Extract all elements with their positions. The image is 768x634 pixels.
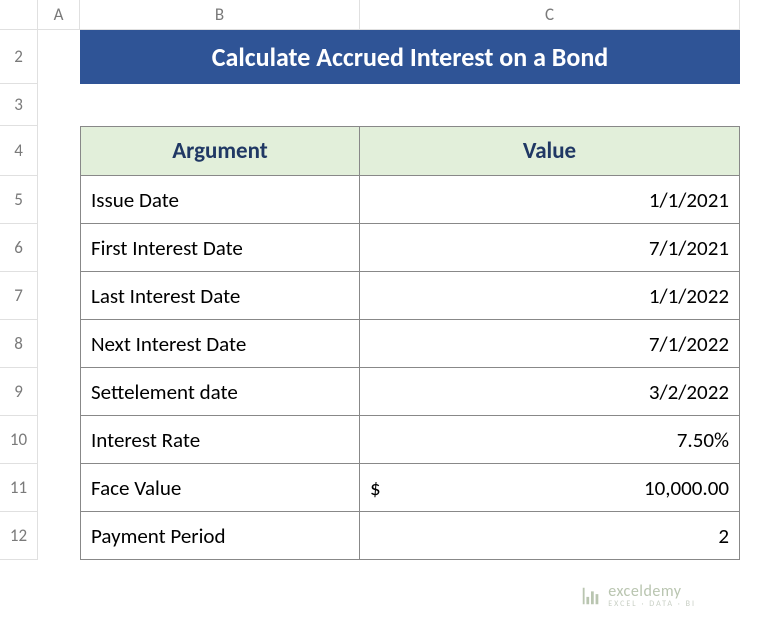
cell-a8[interactable]	[38, 320, 80, 368]
table-row[interactable]: Interest Rate	[80, 416, 360, 464]
row-header-2[interactable]: 2	[0, 30, 38, 84]
cell-a9[interactable]	[38, 368, 80, 416]
cell-a11[interactable]	[38, 464, 80, 512]
table-row[interactable]: 1/1/2022	[360, 272, 740, 320]
cell-a4[interactable]	[38, 126, 80, 176]
currency-symbol: $	[370, 475, 381, 501]
spreadsheet-grid: A B C 2 Calculate Accrued Interest on a …	[0, 0, 768, 560]
cell-a5[interactable]	[38, 176, 80, 224]
watermark-brand: exceldemy	[608, 584, 696, 600]
table-row[interactable]: Last Interest Date	[80, 272, 360, 320]
col-header-a[interactable]: A	[38, 0, 80, 30]
table-row[interactable]: 3/2/2022	[360, 368, 740, 416]
table-row[interactable]: 7.50%	[360, 416, 740, 464]
row-header-6[interactable]: 6	[0, 224, 38, 272]
cell-a2[interactable]	[38, 30, 80, 84]
table-row[interactable]: 7/1/2021	[360, 224, 740, 272]
table-row[interactable]: Payment Period	[80, 512, 360, 560]
table-header-value[interactable]: Value	[360, 126, 740, 176]
row-header-5[interactable]: 5	[0, 176, 38, 224]
table-row[interactable]: Next Interest Date	[80, 320, 360, 368]
row-header-8[interactable]: 8	[0, 320, 38, 368]
watermark: exceldemy EXCEL · DATA · BI	[580, 584, 696, 608]
row-header-4[interactable]: 4	[0, 126, 38, 176]
page-title[interactable]: Calculate Accrued Interest on a Bond	[80, 30, 740, 84]
header-corner	[0, 0, 38, 30]
row-header-12[interactable]: 12	[0, 512, 38, 560]
table-row[interactable]: 1/1/2021	[360, 176, 740, 224]
cell-bc3[interactable]	[80, 84, 740, 126]
row-header-10[interactable]: 10	[0, 416, 38, 464]
table-row[interactable]: 2	[360, 512, 740, 560]
table-row[interactable]: Issue Date	[80, 176, 360, 224]
col-header-c[interactable]: C	[360, 0, 740, 30]
table-row[interactable]: Settelement date	[80, 368, 360, 416]
cell-a3[interactable]	[38, 84, 80, 126]
row-header-3[interactable]: 3	[0, 84, 38, 126]
table-row[interactable]: Face Value	[80, 464, 360, 512]
table-row[interactable]: $ 10,000.00	[360, 464, 740, 512]
cell-a7[interactable]	[38, 272, 80, 320]
currency-amount: 10,000.00	[644, 475, 729, 501]
watermark-tag: EXCEL · DATA · BI	[608, 600, 696, 608]
table-row[interactable]: 7/1/2022	[360, 320, 740, 368]
row-header-9[interactable]: 9	[0, 368, 38, 416]
table-row[interactable]: First Interest Date	[80, 224, 360, 272]
row-header-7[interactable]: 7	[0, 272, 38, 320]
cell-a6[interactable]	[38, 224, 80, 272]
table-header-argument[interactable]: Argument	[80, 126, 360, 176]
col-header-b[interactable]: B	[80, 0, 360, 30]
row-header-11[interactable]: 11	[0, 464, 38, 512]
chart-icon	[580, 585, 602, 607]
cell-a10[interactable]	[38, 416, 80, 464]
cell-a12[interactable]	[38, 512, 80, 560]
